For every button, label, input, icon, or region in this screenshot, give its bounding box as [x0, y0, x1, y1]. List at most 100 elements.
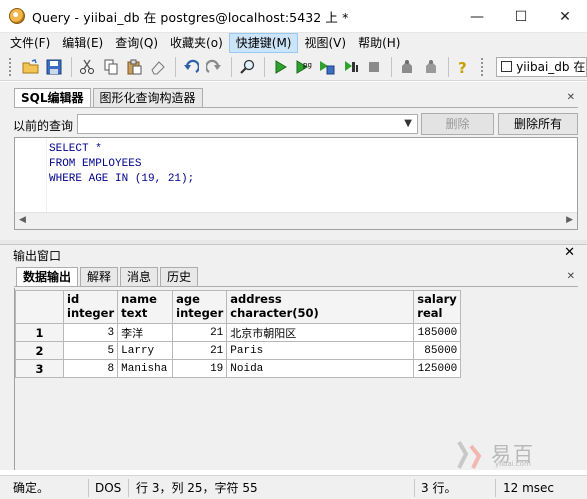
pgadmin-app-icon	[9, 8, 25, 24]
cell-name[interactable]: 李洋	[117, 323, 174, 342]
row-number[interactable]: 1	[15, 323, 64, 342]
sql-code[interactable]: SELECT * FROM EMPLOYEES WHERE AGE IN (19, …	[49, 142, 194, 187]
tab-explain[interactable]: 解释	[80, 267, 119, 286]
scroll-right-icon[interactable]: ▶	[566, 215, 573, 225]
table-row[interactable]: 1 3 李洋 21 北京市朝阳区 185000	[15, 323, 462, 342]
execute-pgscript-icon[interactable]: pg	[293, 56, 315, 78]
column-name: salary	[417, 292, 457, 306]
editor-gutter	[15, 138, 47, 213]
menu-macros[interactable]: 快捷键(M)	[228, 33, 299, 53]
column-name: address	[230, 292, 282, 306]
table-row[interactable]: 2 5 Larry 21 Paris 85000	[15, 341, 462, 360]
close-button[interactable]: ✕	[543, 0, 587, 33]
cell-id[interactable]: 5	[62, 341, 119, 360]
sql-editor[interactable]: SELECT * FROM EMPLOYEES WHERE AGE IN (19, …	[14, 137, 578, 230]
open-file-icon[interactable]	[20, 56, 42, 78]
cell-id[interactable]: 8	[62, 359, 119, 378]
minimize-button[interactable]: —	[455, 0, 499, 33]
help-icon[interactable]: ?	[453, 56, 475, 78]
toolbar-grip[interactable]	[480, 56, 485, 77]
output-close-icon[interactable]: ✕	[564, 245, 575, 260]
menu-view[interactable]: 视图(V)	[298, 33, 352, 53]
menu-query[interactable]: 查询(Q)	[109, 33, 164, 53]
row-number[interactable]: 3	[15, 359, 64, 378]
maximize-button[interactable]: ☐	[499, 0, 543, 33]
query-tabs: SQL编辑器 图形化查询构造器	[14, 88, 205, 108]
cell-address[interactable]: 北京市朝阳区	[226, 323, 415, 342]
cell-age[interactable]: 21	[172, 323, 228, 342]
row-number[interactable]: 2	[15, 341, 64, 360]
cell-salary[interactable]: 85000	[413, 341, 462, 360]
column-header-age[interactable]: age integer	[172, 290, 228, 324]
delete-history-button[interactable]: 删除	[421, 113, 494, 135]
status-exec-time: 12 msec	[503, 481, 555, 495]
status-divider	[414, 479, 415, 497]
cell-address[interactable]: Noida	[226, 359, 415, 378]
sql-line: SELECT *	[49, 143, 102, 155]
cell-salary[interactable]: 185000	[413, 323, 462, 342]
output-tabs-close-icon[interactable]: ✕	[567, 271, 575, 282]
toolbar-separator	[174, 56, 176, 77]
toolbar-grip[interactable]	[8, 56, 12, 77]
explain-icon[interactable]	[340, 56, 362, 78]
cancel-query-icon[interactable]	[364, 56, 386, 78]
toolbar-separator	[231, 56, 233, 77]
vacuum-icon[interactable]	[396, 56, 418, 78]
window-title: Query - yiibai_db 在 postgres@localhost:5…	[32, 9, 349, 25]
title-bar: Query - yiibai_db 在 postgres@localhost:5…	[0, 0, 587, 33]
column-header-id[interactable]: id integer	[62, 290, 119, 324]
menu-help[interactable]: 帮助(H)	[352, 33, 406, 53]
clear-eraser-icon[interactable]	[147, 56, 169, 78]
database-checkbox-icon	[501, 61, 513, 72]
menu-bar: 文件(F) 编辑(E) 查询(Q) 收藏夹(o) 快捷键(M) 视图(V) 帮助…	[0, 33, 587, 53]
tab-history[interactable]: 历史	[160, 267, 199, 286]
column-header-salary[interactable]: salary real	[413, 290, 462, 324]
save-icon[interactable]	[44, 56, 66, 78]
status-row-count: 3 行。	[421, 481, 457, 495]
menu-favourites[interactable]: 收藏夹(o)	[164, 33, 229, 53]
column-type: character(50)	[230, 306, 319, 320]
cell-address[interactable]: Paris	[226, 341, 415, 360]
column-header-address[interactable]: address character(50)	[226, 290, 415, 324]
cell-age[interactable]: 21	[172, 341, 228, 360]
execute-icon[interactable]	[269, 56, 291, 78]
tab-graphical-query-builder[interactable]: 图形化查询构造器	[92, 88, 203, 107]
status-divider	[128, 479, 129, 497]
find-icon[interactable]	[236, 56, 258, 78]
analyze-icon[interactable]	[420, 56, 442, 78]
cell-age[interactable]: 19	[172, 359, 228, 378]
status-divider	[88, 479, 89, 497]
menu-file[interactable]: 文件(F)	[4, 33, 56, 53]
table-header-row: id integer name text age integer address cha…	[15, 290, 462, 324]
menu-edit[interactable]: 编辑(E)	[56, 33, 109, 53]
scroll-left-icon[interactable]: ◀	[19, 215, 26, 225]
sql-line: WHERE AGE IN (19, 21);	[49, 173, 195, 185]
cell-id[interactable]: 3	[62, 323, 119, 342]
tab-sql-editor[interactable]: SQL编辑器	[14, 88, 91, 108]
cell-name[interactable]: Larry	[117, 341, 174, 360]
toolbar-separator	[391, 56, 393, 77]
history-label: 以前的查询	[13, 119, 74, 133]
column-type: integer	[176, 306, 224, 320]
undo-icon[interactable]	[180, 56, 202, 78]
copy-icon[interactable]	[100, 56, 122, 78]
query-panel: SQL编辑器 图形化查询构造器 ✕ 以前的查询 ▼ 删除 删除所有 SELECT…	[0, 82, 587, 240]
cell-name[interactable]: Manisha	[117, 359, 174, 378]
history-dropdown[interactable]: ▼	[77, 114, 418, 134]
redo-icon[interactable]	[204, 56, 226, 78]
watermark-subtext: yiibai.com	[495, 460, 531, 468]
status-bar: 确定。 DOS 行 3，列 25，字符 55 3 行。 12 msec	[0, 475, 587, 499]
tab-data-output[interactable]: 数据输出	[16, 267, 79, 287]
database-selector[interactable]: yiibai_db 在	[496, 56, 587, 77]
column-type: real	[417, 306, 443, 320]
delete-all-history-button[interactable]: 删除所有	[498, 113, 578, 135]
query-tabs-close-icon[interactable]: ✕	[567, 92, 575, 103]
editor-horizontal-scrollbar[interactable]: ◀ ▶	[15, 212, 577, 229]
paste-icon[interactable]	[124, 56, 146, 78]
tab-messages[interactable]: 消息	[120, 267, 159, 286]
cell-salary[interactable]: 125000	[413, 359, 462, 378]
cut-icon[interactable]	[76, 56, 98, 78]
table-row[interactable]: 3 8 Manisha 19 Noida 125000	[15, 359, 462, 378]
column-header-name[interactable]: name text	[117, 290, 174, 324]
execute-to-file-icon[interactable]	[316, 56, 338, 78]
